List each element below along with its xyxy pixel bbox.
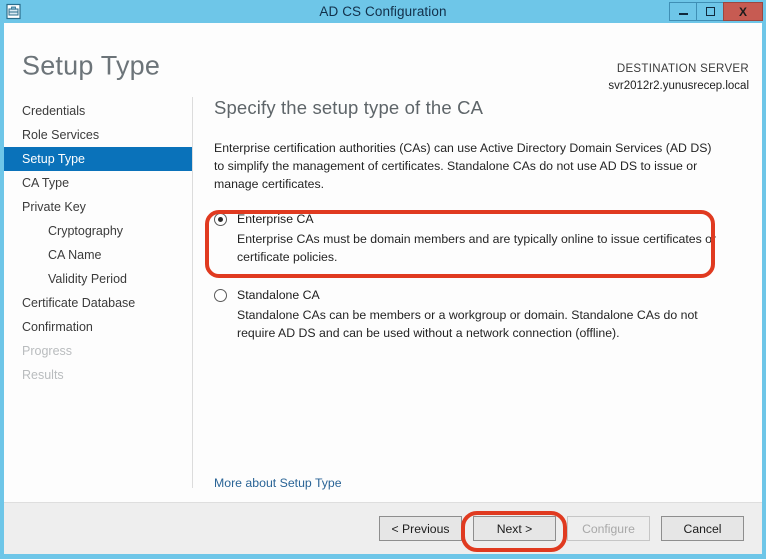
sidebar-item-progress: Progress — [22, 344, 73, 358]
maximize-icon — [705, 7, 715, 16]
radio-enterprise-ca[interactable] — [214, 213, 227, 226]
option-row-standalone-ca[interactable]: Standalone CA — [214, 287, 744, 303]
sidebar-item-ca-name[interactable]: CA Name — [4, 243, 192, 267]
window-title: AD CS Configuration — [319, 4, 447, 19]
sidebar-item-private-key[interactable]: Private Key — [4, 195, 192, 219]
option-row-enterprise-ca[interactable]: Enterprise CA — [214, 211, 744, 227]
next-button[interactable]: Next > — [473, 516, 556, 541]
sidebar-item-confirmation[interactable]: Confirmation — [4, 315, 192, 339]
destination-server-label: DESTINATION SERVER — [616, 63, 749, 75]
cancel-button[interactable]: Cancel — [661, 516, 744, 541]
certificate-server-icon — [5, 3, 22, 20]
wizard-footer: < Previous Next > Configure Cancel — [4, 502, 762, 554]
sidebar-item-role-services[interactable]: Role Services — [4, 123, 192, 147]
radio-standalone-ca[interactable] — [214, 289, 227, 302]
configure-button: Configure — [567, 516, 650, 541]
title-bar[interactable]: AD CS Configuration X — [0, 0, 766, 23]
minimize-button[interactable] — [669, 2, 697, 21]
window-controls: X — [669, 2, 763, 21]
minimize-icon — [678, 13, 688, 15]
option-enterprise-ca[interactable]: Enterprise CA Enterprise CAs must be doma… — [214, 211, 744, 266]
setup-type-options: Enterprise CA Enterprise CAs must be doma… — [214, 211, 744, 342]
destination-server-block: DESTINATION SERVER svr2012r2.yunusrecep.… — [608, 61, 749, 95]
sidebar-item-certificate-database[interactable]: Certificate Database — [4, 291, 192, 315]
ad-cs-configuration-window: AD CS Configuration X Setup Type DESTINA… — [0, 0, 766, 559]
wizard-header: Setup Type DESTINATION SERVER svr2012r2.… — [4, 23, 762, 97]
sidebar-item-validity-period[interactable]: Validity Period — [4, 267, 192, 291]
option-description-standalone-ca: Standalone CAs can be members or a workg… — [237, 308, 698, 340]
close-button[interactable]: X — [723, 2, 763, 21]
wizard-sidebar: Credentials Role Services Setup Type CA Typ… — [4, 97, 192, 502]
window-bottom-edge — [0, 554, 766, 559]
sidebar-item-results: Results — [22, 368, 64, 382]
option-description-enterprise-ca: Enterprise CAs must be domain members an… — [237, 232, 717, 264]
destination-server-value: svr2012r2.yunusrecep.local — [608, 80, 749, 92]
sidebar-item-setup-type[interactable]: Setup Type — [4, 147, 192, 171]
previous-button[interactable]: < Previous — [379, 516, 462, 541]
sidebar-item-cryptography[interactable]: Cryptography — [4, 219, 192, 243]
wizard-content: Specify the setup type of the CA Enterpr… — [192, 97, 762, 502]
option-standalone-ca[interactable]: Standalone CA Standalone CAs can be membe… — [214, 287, 744, 342]
maximize-button[interactable] — [696, 2, 724, 21]
sidebar-item-credentials[interactable]: Credentials — [4, 99, 192, 123]
page-title: Setup Type — [22, 50, 161, 81]
sidebar-item-ca-type[interactable]: CA Type — [4, 171, 192, 195]
option-label-enterprise-ca: Enterprise CA — [237, 212, 314, 226]
content-title: Specify the setup type of the CA — [214, 97, 484, 118]
content-description: Enterprise certification authorities (CA… — [214, 141, 712, 191]
client-area: Setup Type DESTINATION SERVER svr2012r2.… — [4, 23, 762, 554]
option-label-standalone-ca: Standalone CA — [237, 288, 320, 302]
wizard-main: Credentials Role Services Setup Type CA Typ… — [4, 97, 762, 502]
more-about-setup-type-link[interactable]: More about Setup Type — [214, 476, 342, 490]
